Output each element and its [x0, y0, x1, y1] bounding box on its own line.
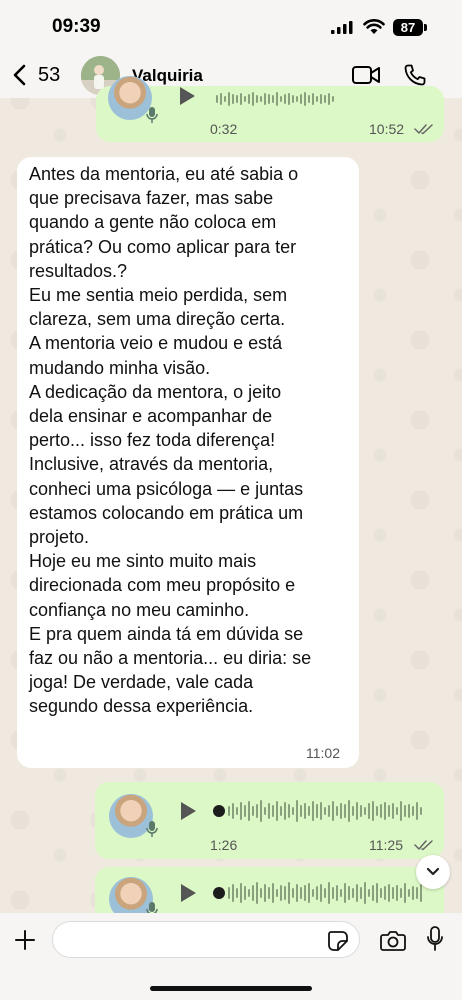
- message-input-bar: [0, 913, 462, 1000]
- audio-waveform: [228, 880, 422, 906]
- microphone-icon: [146, 821, 158, 837]
- unread-count: 53: [38, 63, 61, 86]
- microphone-icon: [146, 107, 158, 123]
- scroll-to-bottom-button[interactable]: [416, 855, 450, 889]
- message-time: 11:25: [369, 837, 403, 853]
- phone-icon[interactable]: [403, 63, 427, 87]
- home-indicator: [150, 986, 312, 991]
- battery-tip: [424, 24, 427, 31]
- status-bar: 09:39 87: [0, 0, 462, 52]
- message-input[interactable]: [52, 921, 360, 958]
- read-ticks-icon: [414, 124, 433, 135]
- sticker-icon[interactable]: [327, 930, 349, 952]
- message-text: Antes da mentoria, eu até sabia o que pr…: [29, 164, 312, 717]
- voice-duration: 1:26: [210, 837, 238, 853]
- chevron-down-icon: [426, 867, 440, 876]
- message-time: 11:02: [306, 745, 340, 761]
- audio-waveform: [216, 86, 334, 112]
- battery-indicator: 87: [393, 19, 423, 36]
- seek-handle[interactable]: [213, 887, 225, 899]
- microphone-icon[interactable]: [426, 925, 444, 953]
- video-camera-icon[interactable]: [351, 64, 381, 86]
- audio-waveform: [228, 798, 422, 824]
- chevron-left-icon: [13, 64, 26, 86]
- voice-message[interactable]: 0:32 10:52: [96, 76, 444, 142]
- play-icon[interactable]: [178, 86, 196, 106]
- back-button[interactable]: 53: [12, 58, 60, 92]
- read-ticks-icon: [414, 840, 433, 851]
- plus-icon[interactable]: [13, 928, 37, 952]
- wifi-icon: [363, 19, 385, 34]
- seek-handle[interactable]: [213, 805, 225, 817]
- voice-message[interactable]: 1:26 11:25: [95, 782, 444, 859]
- message-time: 10:52: [369, 121, 405, 137]
- signal-icon: [331, 21, 353, 34]
- camera-icon[interactable]: [380, 929, 406, 951]
- voice-duration: 0:32: [210, 121, 238, 137]
- play-icon[interactable]: [179, 883, 197, 903]
- play-icon[interactable]: [179, 801, 197, 821]
- status-time: 09:39: [52, 16, 101, 37]
